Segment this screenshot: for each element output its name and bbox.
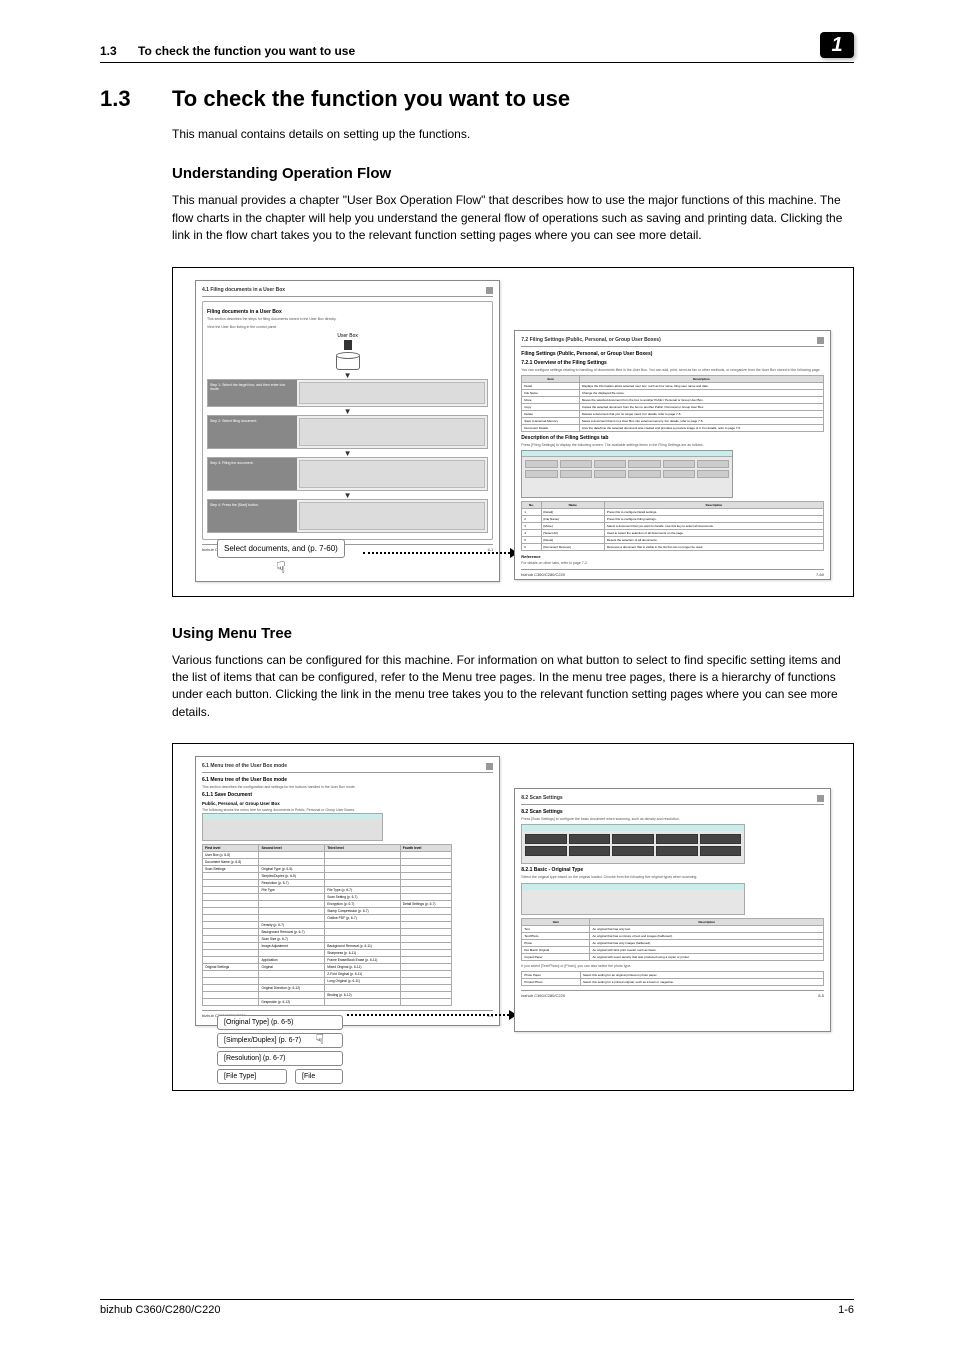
mini-page-tree-left: 6.1 Menu tree of the User Box mode 6.1 M… xyxy=(195,756,500,1026)
user-box-icon-block: User Box xyxy=(207,333,488,370)
step4-label: Step 4: Press the [Start] button. xyxy=(208,500,297,532)
section-title: To check the function you want to use xyxy=(172,86,570,112)
section-number: 1.3 xyxy=(100,86,172,112)
mini-chapter-icon xyxy=(817,795,824,802)
mini-chapter-icon xyxy=(817,337,824,344)
mini-header-right: 7.2 Filing Settings (Public, Personal, o… xyxy=(521,337,660,344)
mini-footer-right-r: 7-60 xyxy=(816,572,824,577)
step3-thumb xyxy=(299,460,485,488)
mini-screenshot-filing xyxy=(521,450,733,498)
original-type-thumb xyxy=(521,883,745,915)
hand-pointer-icon: ☟ xyxy=(276,560,286,577)
step1-thumb xyxy=(299,382,485,404)
flow-callout[interactable]: Select documents, and (p. 7-60) xyxy=(217,539,345,558)
step4-thumb xyxy=(299,502,485,530)
subsection-flow-title: Understanding Operation Flow xyxy=(172,165,854,182)
mini-scan-footer-l: bizhub C360/C280/C220 xyxy=(521,993,565,998)
mini-flow-sub: This section describes the steps for fil… xyxy=(207,317,488,321)
mini-right-title: Filing Settings (Public, Personal, or Gr… xyxy=(521,351,824,357)
mini-tree-thumb xyxy=(202,813,383,841)
footer-left: bizhub C360/C280/C220 xyxy=(100,1304,220,1316)
tree-callout-file-type-b[interactable]: [File xyxy=(295,1069,343,1084)
mini-chapter-icon xyxy=(486,763,493,770)
tree-callout-simplex-duplex[interactable]: [Simplex/Duplex] (p. 6-7) ☟ xyxy=(217,1033,343,1048)
mini-page-flow-right: 7.2 Filing Settings (Public, Personal, o… xyxy=(514,330,831,580)
mini-scan-h2-sub: Select the original type based on the or… xyxy=(521,875,824,879)
footer-right: 1-6 xyxy=(838,1304,854,1316)
mini-reference-title: Reference xyxy=(521,554,824,559)
mini-page-flow-left: 4.1 Filing documents in a User Box Filin… xyxy=(195,280,500,582)
mini-footer-right-l: bizhub C360/C280/C220 xyxy=(521,572,565,577)
subsection-flow-body: This manual provides a chapter "User Box… xyxy=(172,192,854,244)
mini-page-tree-right: 8.2 Scan Settings 8.2 Scan Settings Pres… xyxy=(514,788,831,1032)
section-heading: 1.3 To check the function you want to us… xyxy=(100,86,854,112)
mini-tree-h2: 6.1.1 Save Document xyxy=(202,792,493,798)
step2-thumb xyxy=(299,418,485,446)
database-icon xyxy=(336,354,360,370)
mini-flow-caption: Filing documents in a User Box xyxy=(207,309,488,315)
step2-label: Step 2: Select filing document. xyxy=(208,416,297,448)
mini-chapter-icon xyxy=(486,287,493,294)
scan-settings-thumb xyxy=(521,824,745,864)
mini-flow-top: View the User Box listing in the control… xyxy=(207,325,488,329)
mini-right-sub2: Description of the Filing Settings tab xyxy=(521,435,824,441)
mini-header-tree-left: 6.1 Menu tree of the User Box mode xyxy=(202,763,287,770)
header-section-number: 1.3 xyxy=(100,44,117,58)
tree-callout-resolution[interactable]: [Resolution] (p. 6-7) xyxy=(217,1051,343,1066)
dotted-arrow-link xyxy=(363,548,518,558)
intro-paragraph: This manual contains details on setting … xyxy=(172,126,854,143)
dotted-arrow-link xyxy=(347,1010,517,1020)
subsection-tree-title: Using Menu Tree xyxy=(172,625,854,642)
mini-header-left: 4.1 Filing documents in a User Box xyxy=(202,287,285,294)
mini-scan-footer-r: 8-5 xyxy=(818,993,824,998)
running-header-text: 1.3 To check the function you want to us… xyxy=(100,44,355,58)
figure-operation-flow: 4.1 Filing documents in a User Box Filin… xyxy=(172,267,854,597)
mini-table-original-type: ItemDescription TextAn original that has… xyxy=(521,918,824,961)
mini-scan-h1: 8.2 Scan Settings xyxy=(521,809,824,815)
mini-table-overview: ItemDescription DetailDisplays the infor… xyxy=(521,375,824,432)
user-box-label: User Box xyxy=(207,333,488,339)
menu-tree-table: First levelSecond levelThird levelFourth… xyxy=(202,844,452,1006)
mini-scan-note: If you select [Text/Photo] or [Photo], y… xyxy=(521,964,824,968)
mini-reference-text: For details on other tabs, refer to page… xyxy=(521,561,824,565)
running-header: 1.3 To check the function you want to us… xyxy=(100,32,854,63)
mini-scan-h1-sub: Press [Scan Settings] to configure the b… xyxy=(521,817,824,821)
mini-tree-h1: 6.1 Menu tree of the User Box mode xyxy=(202,777,493,783)
step1-label: Step 1: Select the target box, and then … xyxy=(208,380,297,406)
mini-table-photo-type: Photo PaperSelect this setting for an or… xyxy=(521,971,824,986)
mini-tree-h3-sub: The following shows the menu tree for sa… xyxy=(202,808,493,812)
header-section-title: To check the function you want to use xyxy=(138,44,355,58)
flow-callout-text: Select documents, and (p. 7-60) xyxy=(224,544,338,553)
mini-right-desc1: You can configure settings relating to h… xyxy=(521,368,824,372)
mini-right-sub1: 7.2.1 Overview of the Filing Settings xyxy=(521,360,824,366)
hand-pointer-icon: ☟ xyxy=(315,1032,324,1046)
subsection-tree-body: Various functions can be configured for … xyxy=(172,652,854,722)
step3-label: Step 3: Filing the document. xyxy=(208,458,297,490)
mini-right-desc2: Press [Filing Settings] to display the f… xyxy=(521,443,824,447)
page-footer: bizhub C360/C280/C220 1-6 xyxy=(100,1299,854,1316)
mini-scan-h2: 8.2.1 Basic - Original Type xyxy=(521,867,824,873)
figure-menu-tree: 6.1 Menu tree of the User Box mode 6.1 M… xyxy=(172,743,854,1091)
mini-table-filing-items: No.NameDescription 1[Detail]Press this t… xyxy=(521,501,824,551)
tree-callout-file-type-a[interactable]: [File Type] xyxy=(217,1069,287,1084)
mini-tree-h1-sub: This section describes the configuration… xyxy=(202,785,493,789)
mini-header-scan: 8.2 Scan Settings xyxy=(521,795,562,802)
tree-callout-original-type[interactable]: [Original Type] (p. 6-5) xyxy=(217,1015,343,1030)
document-icon xyxy=(344,340,352,350)
mini-tree-h3: Public, Personal, or Group User Box xyxy=(202,801,493,806)
chapter-badge: 1 xyxy=(820,32,854,58)
